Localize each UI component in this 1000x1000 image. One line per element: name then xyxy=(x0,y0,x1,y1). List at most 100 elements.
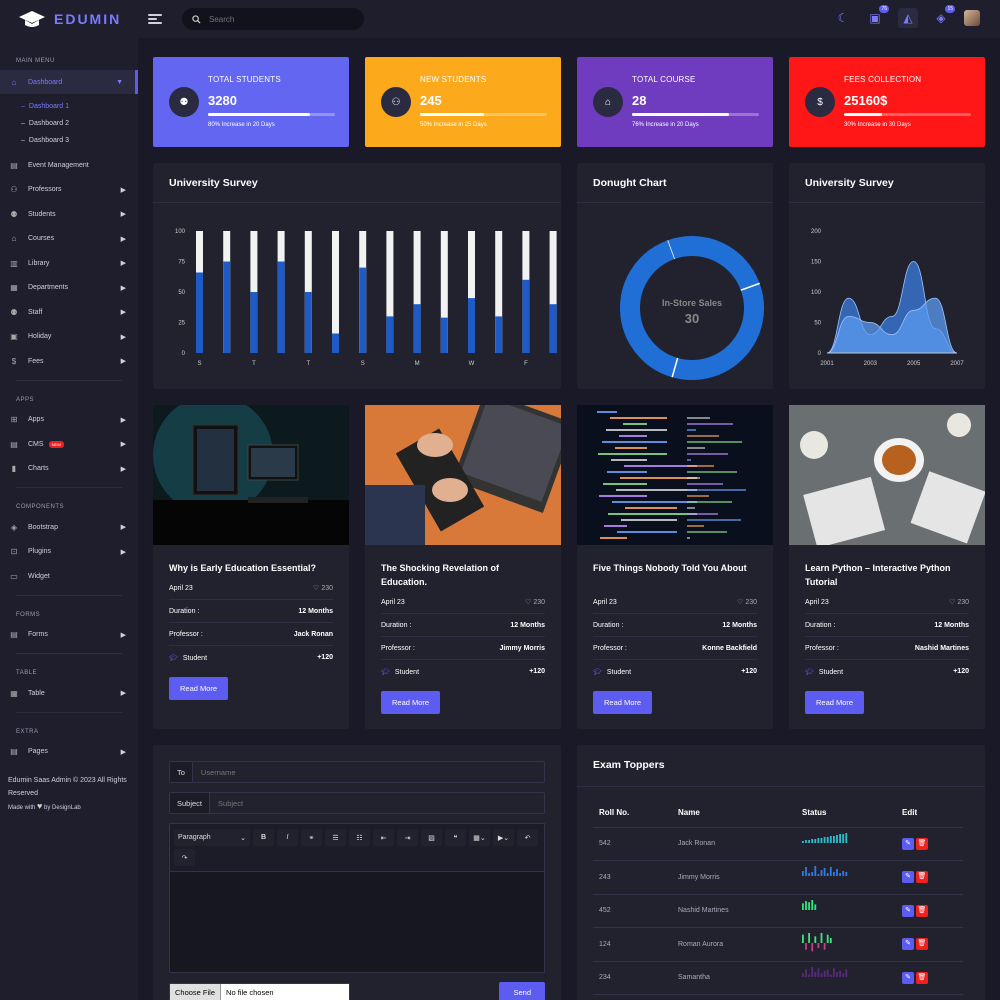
chat-icon[interactable]: ▣ 76 xyxy=(866,5,889,27)
read-more-button[interactable]: Read More xyxy=(169,677,229,700)
course-image-wrap xyxy=(789,405,985,545)
course-duration-row: Duration : 12 Months xyxy=(593,614,757,637)
sidebar-item-cms[interactable]: ▤ CMS NEW ▶ xyxy=(0,432,138,457)
menu-toggle-icon[interactable] xyxy=(148,12,162,26)
sparkline-bar xyxy=(826,969,829,977)
sidebar-item-event-management[interactable]: ▤ Event Management xyxy=(0,153,138,178)
roll-cell: 243 xyxy=(593,860,672,895)
quote-icon[interactable]: ❝ xyxy=(445,829,466,846)
subject-input[interactable] xyxy=(210,798,511,808)
student-label-wrap: 🎓︎ Student xyxy=(169,654,207,662)
chat-badge: 76 xyxy=(879,5,889,13)
image-icon[interactable]: ▨ xyxy=(421,829,442,846)
course-title[interactable]: The Shocking Revelation of Education. xyxy=(381,561,545,589)
edit-icon[interactable]: ✎ xyxy=(902,938,914,951)
sidebar-item-table[interactable]: ▦ Table ▶ xyxy=(0,681,138,706)
delete-icon[interactable]: 🗑︎ xyxy=(916,904,928,917)
read-more-button[interactable]: Read More xyxy=(805,691,865,714)
delete-icon[interactable]: 🗑︎ xyxy=(916,971,928,984)
edit-icon[interactable]: ✎ xyxy=(902,904,914,917)
sidebar-item-staff[interactable]: ⚉ Staff ▶ xyxy=(0,300,138,325)
read-more-button[interactable]: Read More xyxy=(593,691,653,714)
bold-icon[interactable]: B xyxy=(253,829,274,846)
sidebar-item-forms[interactable]: ▤ Forms ▶ xyxy=(0,623,138,648)
subject-field[interactable]: Subject xyxy=(169,792,545,814)
table-icon[interactable]: ▦⌄ xyxy=(469,829,490,846)
edit-icon[interactable]: ✎ xyxy=(902,837,914,850)
outdent-icon[interactable]: ⇤ xyxy=(373,829,394,846)
y-tick-label: 0 xyxy=(182,351,186,357)
message-editor[interactable] xyxy=(169,871,545,973)
sidebar-item-widget[interactable]: ▭ Widget xyxy=(0,564,138,589)
bullet-list-icon[interactable]: ☰ xyxy=(325,829,346,846)
apps-icon: ⊞ xyxy=(10,415,18,425)
search-box[interactable] xyxy=(182,8,364,30)
sparkline-bar xyxy=(814,838,817,843)
sidebar-subitem-dashboard-3[interactable]: – Dashboard 3 xyxy=(0,132,138,149)
bar xyxy=(223,261,231,353)
course-likes[interactable]: ♡ 230 xyxy=(737,598,757,606)
sidebar-item-plugins[interactable]: ⊡ Plugins ▶ xyxy=(0,540,138,565)
sidebar-item-fees[interactable]: $ Fees ▶ xyxy=(0,349,138,374)
sidebar-item-professors[interactable]: ⚇ Professors ▶ xyxy=(0,178,138,203)
course-likes[interactable]: ♡ 230 xyxy=(313,584,333,592)
course-likes[interactable]: ♡ 230 xyxy=(949,598,969,606)
moon-icon[interactable]: ☾ xyxy=(834,9,852,27)
edit-icon[interactable]: ✎ xyxy=(902,971,914,984)
exam-toppers-table: Roll No. Name Status Edit 542 Jack Ronan ✎ 🗑︎ 2… xyxy=(593,799,963,995)
sidebar-item-students[interactable]: ⚉ Students ▶ xyxy=(0,202,138,227)
sidebar-item-departments[interactable]: ▦ Departments ▶ xyxy=(0,276,138,301)
table-row: 124 Roman Aurora ✎ 🗑︎ xyxy=(593,927,963,962)
sidebar-subitem-dashboard-2[interactable]: – Dashboard 2 xyxy=(0,115,138,132)
sidebar-item-bootstrap[interactable]: ◈ Bootstrap ▶ xyxy=(0,515,138,540)
media-icon[interactable]: ▶⌄ xyxy=(493,829,514,846)
course-title[interactable]: Why is Early Education Essential? xyxy=(169,561,333,575)
course-title[interactable]: Learn Python – Interactive Python Tutori… xyxy=(805,561,969,589)
numbered-list-icon[interactable]: ☷ xyxy=(349,829,370,846)
indent-icon[interactable]: ⇥ xyxy=(397,829,418,846)
bell-icon[interactable]: ◭ xyxy=(898,8,918,28)
choose-file-button[interactable]: Choose File xyxy=(170,984,222,1000)
to-input[interactable] xyxy=(192,767,493,777)
send-button[interactable]: Send xyxy=(499,982,545,1000)
sparkline-bar xyxy=(811,872,814,877)
sparkline-bar xyxy=(817,874,820,877)
avatar[interactable] xyxy=(964,10,980,26)
name-cell: Samantha xyxy=(672,961,796,995)
read-more-button[interactable]: Read More xyxy=(381,691,441,714)
sparkline-bar xyxy=(805,943,807,950)
sparkline-bar xyxy=(814,971,817,977)
sidebar-subitem-label: Dashboard 2 xyxy=(28,120,69,127)
paragraph-select[interactable]: Paragraph ⌄ xyxy=(174,829,250,846)
sidebar-subitem-dashboard-1[interactable]: – Dashboard 1 xyxy=(0,98,138,115)
edit-cell: ✎ 🗑︎ xyxy=(896,927,963,962)
sidebar-item-library[interactable]: ▥ Library ▶ xyxy=(0,251,138,276)
table-row: 234 Samantha ✎ 🗑︎ xyxy=(593,961,963,995)
sidebar-item-pages[interactable]: ▤ Pages ▶ xyxy=(0,740,138,765)
sidebar-item-apps[interactable]: ⊞ Apps ▶ xyxy=(0,408,138,433)
sidebar-item-holiday[interactable]: ▣ Holiday ▶ xyxy=(0,325,138,350)
to-field[interactable]: To xyxy=(169,761,545,783)
sparkline-bar xyxy=(845,969,848,977)
delete-icon[interactable]: 🗑︎ xyxy=(916,871,928,884)
file-input[interactable]: Choose File No file chosen xyxy=(169,982,350,1000)
course-likes[interactable]: ♡ 230 xyxy=(525,598,545,606)
sidebar-item-courses[interactable]: ⌂ Courses ▶ xyxy=(0,227,138,252)
sidebar-item-dashboard[interactable]: ⌂ Dashboard ▼ xyxy=(0,70,138,94)
course-title[interactable]: Five Things Nobody Told You About xyxy=(593,561,757,589)
search-input[interactable] xyxy=(209,14,349,24)
brand-logo[interactable]: EDUMIN xyxy=(0,10,138,28)
delete-icon[interactable]: 🗑︎ xyxy=(916,837,928,850)
table-row: 452 Nashid Martines ✎ 🗑︎ xyxy=(593,894,963,928)
courses-icon: ⌂ xyxy=(11,234,17,244)
cube-icon[interactable]: ◈ 15 xyxy=(932,5,955,27)
link-icon[interactable]: ⚭ xyxy=(301,829,322,846)
redo-icon[interactable]: ↷ xyxy=(174,849,195,866)
undo-icon[interactable]: ↶ xyxy=(517,829,538,846)
sidebar-item-charts[interactable]: ▮ Charts ▶ xyxy=(0,457,138,482)
edit-icon[interactable]: ✎ xyxy=(902,871,914,884)
course-body: Learn Python – Interactive Python Tutori… xyxy=(789,545,985,714)
delete-icon[interactable]: 🗑︎ xyxy=(916,938,928,951)
italic-icon[interactable]: I xyxy=(277,829,298,846)
bar xyxy=(332,333,339,353)
